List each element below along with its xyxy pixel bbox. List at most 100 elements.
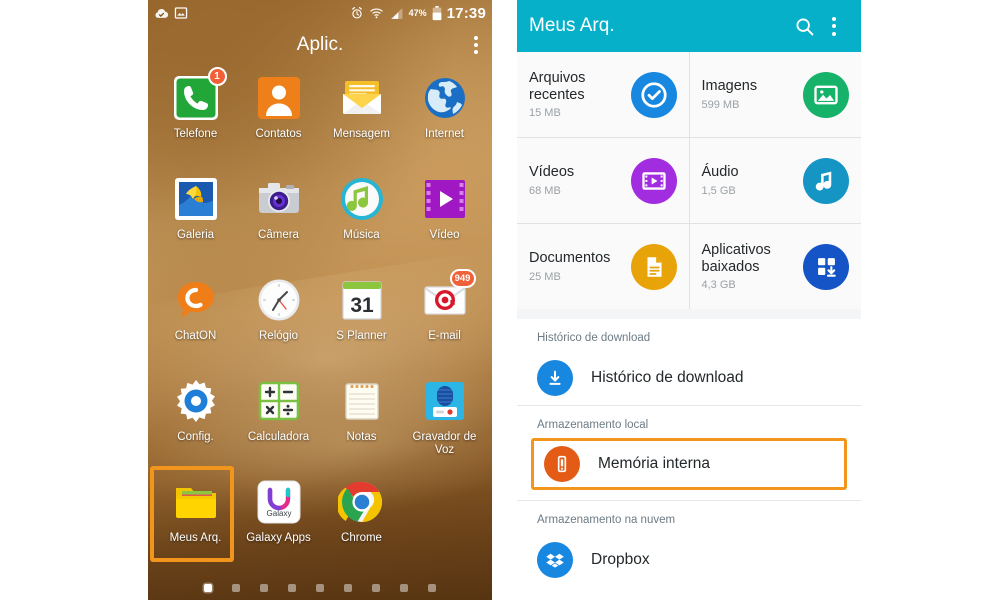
video-icon [421,175,469,223]
category-card-imagens[interactable]: Imagens 599 MB [689,52,861,137]
document-icon [630,243,677,290]
section-heading-armazenamento-na-nuvem: Armazenamento na nuvem [537,514,676,526]
message-icon [338,74,386,122]
gallery-icon [172,175,220,223]
battery-icon [432,5,441,20]
list-item-memoria-interna[interactable]: Memória interna [531,438,847,490]
app-label: Galeria [176,229,215,241]
category-size: 1,5 GB [701,184,736,197]
file-manager-header: Meus Arq. [517,0,861,52]
category-card-documentos[interactable]: Documentos 25 MB [517,224,689,309]
app-label: Música [343,229,380,241]
app-label: Chrome [341,532,382,544]
alarm-icon [351,6,362,19]
app-item-chrome[interactable]: Chrome [320,472,403,567]
category-size: 68 MB [529,184,561,197]
app-item-musica[interactable]: Música [320,169,403,264]
app-item-s-planner[interactable]: 31 S Planner [320,270,403,365]
internet-icon [421,74,469,122]
app-label: Vídeo [429,229,460,241]
cloud-check-icon [155,8,169,18]
search-icon[interactable] [789,16,819,37]
email-icon: 949 [421,269,476,324]
page-indicator-dots[interactable] [148,584,492,592]
page-dot-9[interactable] [428,584,436,592]
app-label: Mensagem [333,128,390,140]
status-bar: 47% 17:39 [148,0,492,26]
app-item-contatos[interactable]: Contatos [237,68,320,163]
category-title: Imagens [701,78,758,95]
app-item-gravador-de-voz[interactable]: Gravador de Voz [403,371,486,466]
page-dot-5[interactable] [316,584,324,592]
app-item-galeria[interactable]: Galeria [154,169,237,264]
list-item-dropbox[interactable]: Dropbox [517,533,861,587]
app-label: Relógio [259,330,298,342]
phone-icon: 1 [172,67,227,122]
page-dot-7[interactable] [372,584,380,592]
page-dot-1[interactable] [204,584,212,592]
page-dot-2[interactable] [232,584,240,592]
category-card-arquivos-recentes[interactable]: Arquivos recentes 15 MB [517,52,689,137]
category-size: 4,3 GB [701,279,736,292]
status-bar-left-icons [154,6,188,21]
app-item-mensagem[interactable]: Mensagem [320,68,403,163]
section-heading-historico-de-download: Histórico de download [537,332,651,344]
app-label: Calculadora [247,431,310,443]
file-manager-panel: Meus Arq. Arquivos recentes 15 MB Imagen… [517,0,861,600]
notes-icon [338,377,386,425]
battery-percent-label: 47% [408,8,427,18]
page-dot-8[interactable] [400,584,408,592]
calendar-icon: 31 [338,276,386,324]
list-item-label: Memória interna [598,455,710,472]
grid-bottom-spacer [517,309,861,319]
app-item-internet[interactable]: Internet [403,68,486,163]
app-item-notas[interactable]: Notas [320,371,403,466]
category-card-aplicativos-baixados[interactable]: Aplicativos baixados 4,3 GB [689,224,861,309]
app-item-video[interactable]: Vídeo [403,169,486,264]
video-film-icon [630,157,677,204]
app-label: Telefone [173,128,218,140]
category-card-audio[interactable]: Áudio 1,5 GB [689,138,861,223]
app-item-chaton[interactable]: ChatON [154,270,237,365]
dropbox-icon [537,542,573,578]
app-item-relogio[interactable]: Relógio [237,270,320,365]
clock-icon [255,276,303,324]
screenshot-icon [174,7,188,19]
music-note-icon [803,157,849,204]
signal-icon [390,7,403,19]
list-item-historico-de-download[interactable]: Histórico de download [517,351,861,405]
screenshot-canvas: 47% 17:39 Aplic. 1 Telefone Contatos Men… [0,0,1000,600]
app-label: Câmera [258,229,299,241]
app-item-telefone[interactable]: 1 Telefone [154,67,237,163]
internal-memory-icon [544,446,580,482]
page-dot-6[interactable] [344,584,352,592]
app-label: Config. [177,431,214,443]
page-dot-3[interactable] [260,584,268,592]
list-item-label: Histórico de download [591,369,744,386]
app-item-galaxy-apps[interactable]: Galaxy Galaxy Apps [237,472,320,567]
category-size: 599 MB [701,98,740,111]
highlight-box-meus-arq [150,466,234,562]
voice-recorder-icon [421,377,469,425]
recent-check-icon [630,71,677,118]
page-dot-4[interactable] [288,584,296,592]
category-card-videos[interactable]: Vídeos 68 MB [517,138,689,223]
chrome-icon [336,478,386,526]
app-item-calculadora[interactable]: Calculadora [237,371,320,466]
category-title: Arquivos recentes [529,69,586,103]
svg-text:31: 31 [350,294,374,317]
badge-count: 1 [207,67,227,86]
app-label: Contatos [255,128,302,140]
app-label: Gravador de Voz [412,431,477,457]
contacts-icon [255,74,303,122]
app-item-config[interactable]: Config. [154,371,237,466]
file-manager-title: Meus Arq. [529,15,615,36]
overflow-menu-icon[interactable] [819,16,849,36]
app-drawer-overflow-icon[interactable] [474,36,478,54]
app-item-camera[interactable]: Câmera [237,169,320,264]
app-grid-empty-cell [403,472,486,567]
app-item-email[interactable]: 949 E-mail [403,269,486,365]
settings-gear-icon [172,377,220,425]
list-item-label: Dropbox [591,551,650,568]
category-title: Áudio [701,164,739,181]
